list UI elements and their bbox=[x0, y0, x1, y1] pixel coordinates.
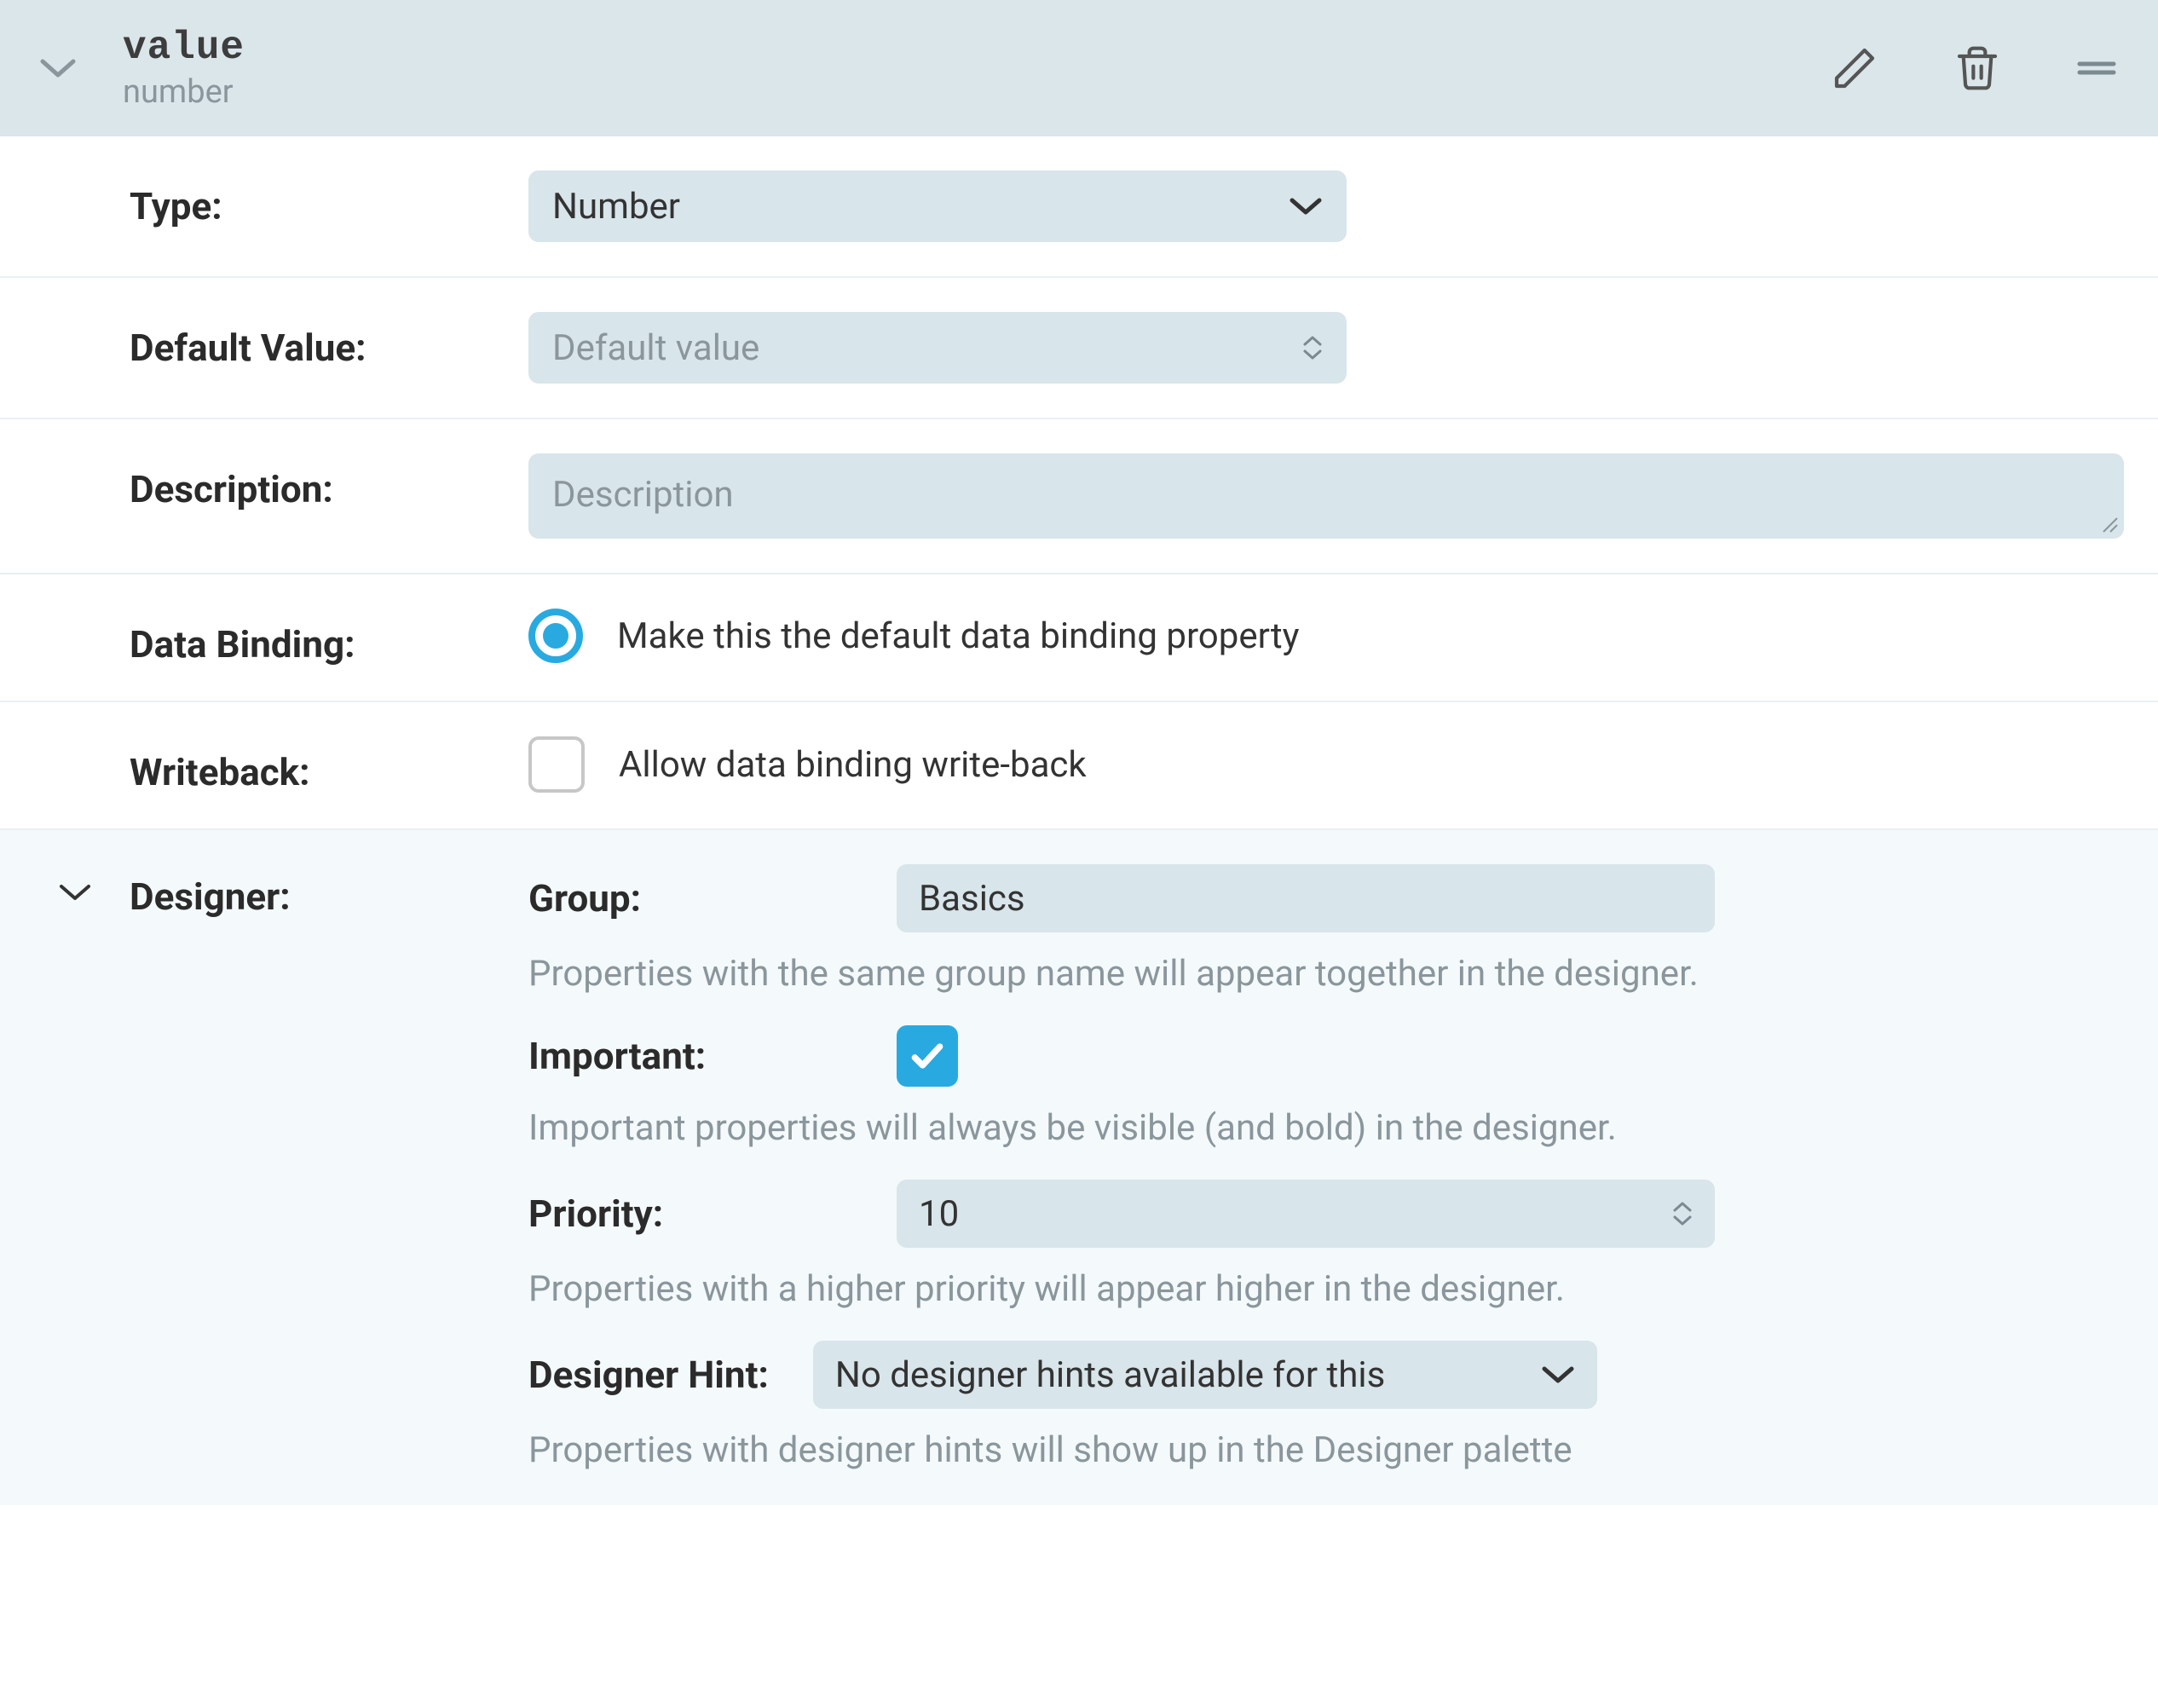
designer-hint-help: Properties with designer hints will show… bbox=[528, 1429, 2124, 1471]
data-binding-radio[interactable] bbox=[528, 609, 583, 663]
designer-section: Designer: Group: Basics Properties with … bbox=[0, 830, 2158, 1505]
edit-button[interactable] bbox=[1831, 44, 1878, 92]
designer-group-label: Group: bbox=[528, 876, 852, 920]
number-spinner[interactable] bbox=[1672, 1201, 1693, 1226]
trash-icon bbox=[1953, 44, 2001, 92]
designer-important-row: Important: Important properties will alw… bbox=[528, 1025, 2124, 1149]
designer-important-checkbox[interactable] bbox=[897, 1025, 958, 1087]
number-spinner[interactable] bbox=[1302, 335, 1323, 361]
writeback-checkbox[interactable] bbox=[528, 736, 585, 793]
type-row: Type: Number bbox=[0, 136, 2158, 278]
description-placeholder: Description bbox=[552, 474, 734, 516]
chevron-down-icon bbox=[1541, 1364, 1575, 1386]
delete-button[interactable] bbox=[1953, 44, 2001, 92]
designer-priority-label: Priority: bbox=[528, 1192, 852, 1236]
default-value-placeholder: Default value bbox=[552, 327, 759, 369]
resize-grip-icon bbox=[2100, 515, 2119, 534]
designer-priority-row: Priority: 10 Properties with a higher pr… bbox=[528, 1180, 2124, 1310]
chevron-down-icon bbox=[39, 56, 77, 80]
designer-group-row: Group: Basics Properties with the same g… bbox=[528, 864, 2124, 995]
chevron-up-icon bbox=[1672, 1201, 1693, 1213]
property-type: number bbox=[123, 73, 1831, 111]
check-icon bbox=[909, 1037, 946, 1075]
radio-dot-icon bbox=[543, 623, 568, 649]
designer-priority-input[interactable]: 10 bbox=[897, 1180, 1715, 1248]
drag-handle[interactable] bbox=[2076, 56, 2117, 80]
designer-priority-help: Properties with a higher priority will a… bbox=[528, 1268, 2124, 1310]
type-select[interactable]: Number bbox=[528, 170, 1347, 242]
designer-group-help: Properties with the same group name will… bbox=[528, 953, 2124, 995]
pencil-icon bbox=[1831, 44, 1878, 92]
designer-hint-label: Designer Hint: bbox=[528, 1353, 769, 1397]
type-label: Type: bbox=[0, 170, 528, 228]
writeback-option-label: Allow data binding write-back bbox=[619, 744, 1087, 786]
chevron-up-icon bbox=[1302, 335, 1323, 347]
designer-section-label: Designer: bbox=[130, 864, 528, 1471]
designer-group-input[interactable]: Basics bbox=[897, 864, 1715, 932]
default-value-input[interactable]: Default value bbox=[528, 312, 1347, 384]
description-textarea[interactable]: Description bbox=[528, 453, 2124, 539]
designer-collapse-toggle[interactable] bbox=[51, 864, 99, 1471]
data-binding-row: Data Binding: Make this the default data… bbox=[0, 574, 2158, 702]
designer-hint-select[interactable]: No designer hints available for this bbox=[813, 1341, 1597, 1409]
chevron-down-icon bbox=[1302, 349, 1323, 361]
drag-lines-icon bbox=[2076, 56, 2117, 80]
type-select-value: Number bbox=[552, 186, 680, 228]
designer-priority-value: 10 bbox=[919, 1193, 959, 1235]
data-binding-option-label: Make this the default data binding prope… bbox=[617, 615, 1299, 657]
description-label: Description: bbox=[0, 453, 528, 511]
designer-important-help: Important properties will always be visi… bbox=[528, 1107, 2124, 1149]
writeback-row: Writeback: Allow data binding write-back bbox=[0, 702, 2158, 830]
designer-hint-value: No designer hints available for this bbox=[835, 1354, 1385, 1396]
designer-hint-row: Designer Hint: No designer hints availab… bbox=[528, 1341, 2124, 1471]
chevron-down-icon bbox=[1672, 1215, 1693, 1226]
collapse-toggle[interactable] bbox=[34, 56, 82, 80]
writeback-label: Writeback: bbox=[0, 736, 528, 794]
chevron-down-icon bbox=[1289, 195, 1323, 217]
default-value-row: Default Value: Default value bbox=[0, 278, 2158, 419]
property-name: value bbox=[123, 26, 1831, 70]
default-value-label: Default Value: bbox=[0, 312, 528, 370]
data-binding-label: Data Binding: bbox=[0, 609, 528, 666]
header-title-block: value number bbox=[123, 26, 1831, 111]
property-header: value number bbox=[0, 0, 2158, 136]
description-row: Description: Description bbox=[0, 419, 2158, 574]
designer-important-label: Important: bbox=[528, 1034, 852, 1078]
chevron-down-icon bbox=[58, 881, 92, 903]
designer-group-value: Basics bbox=[919, 878, 1025, 920]
